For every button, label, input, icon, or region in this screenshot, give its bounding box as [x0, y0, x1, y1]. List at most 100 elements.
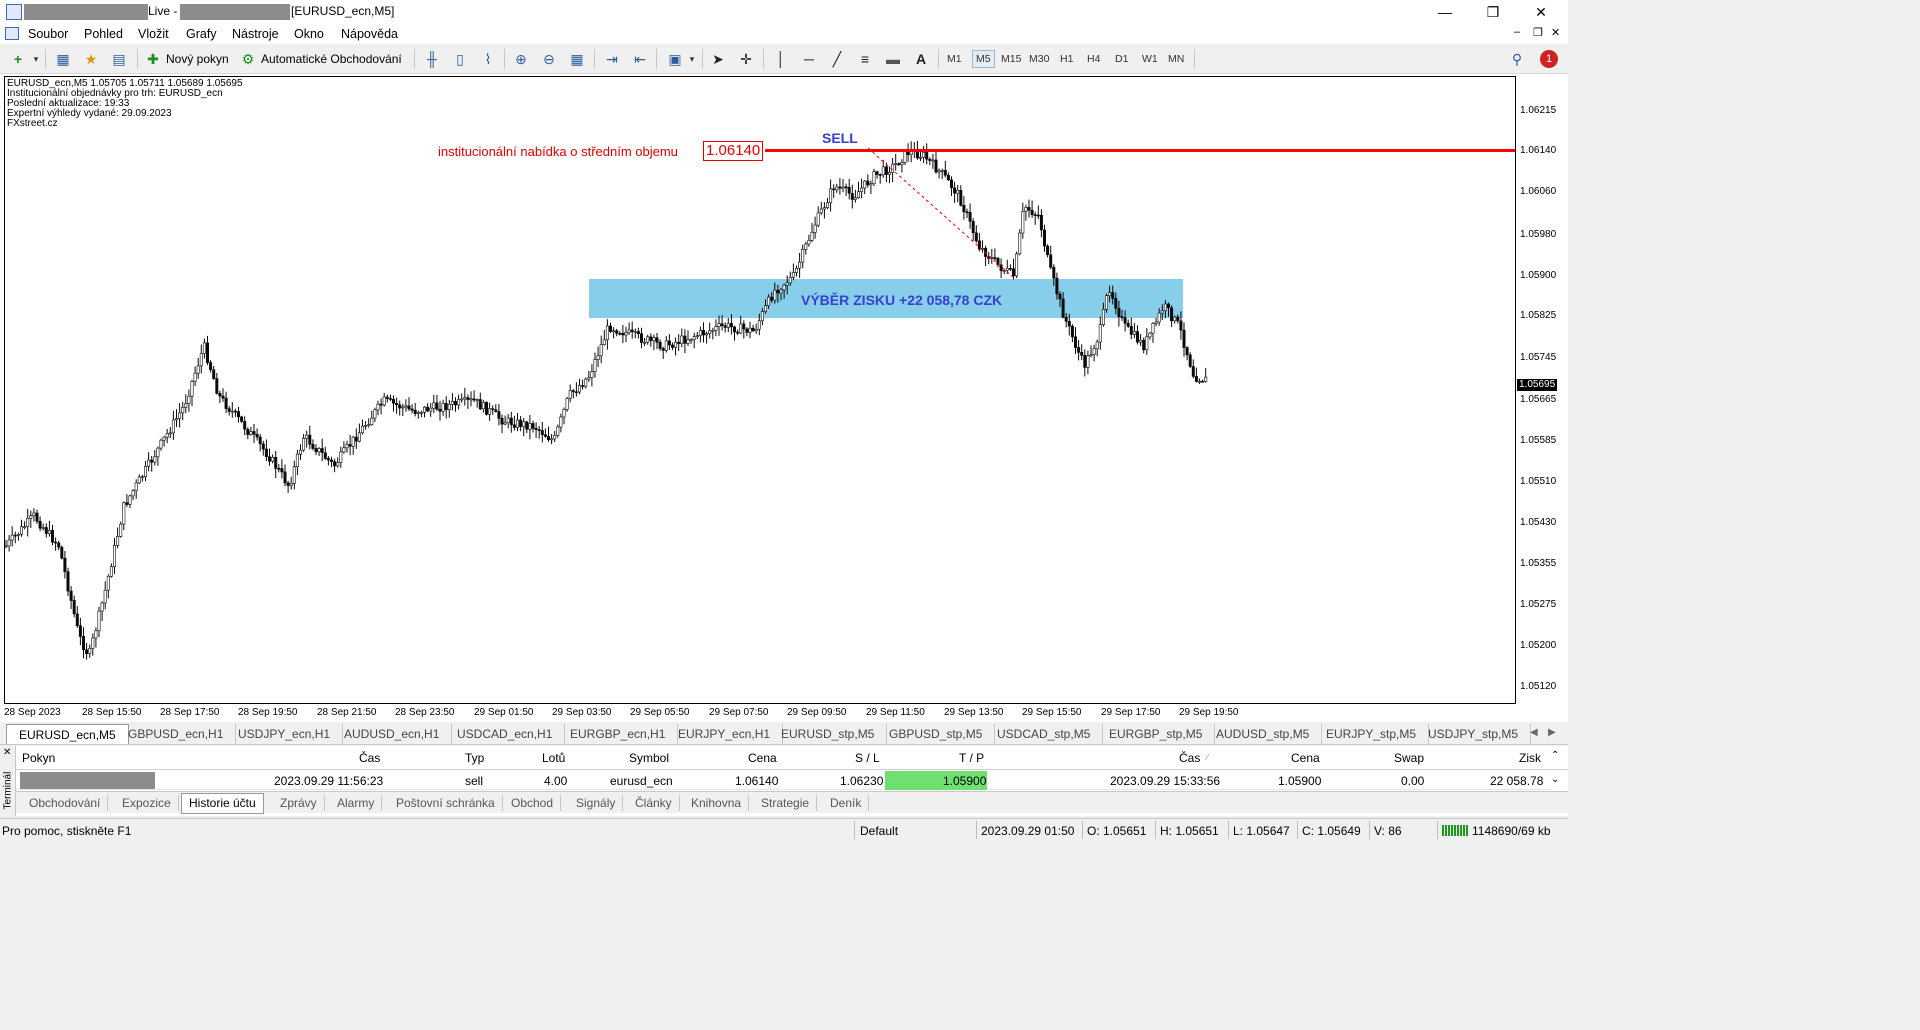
scroll-up-icon[interactable]: ⌃	[1551, 750, 1559, 761]
line-chart-icon[interactable]: ⌇	[479, 50, 497, 68]
tab-obchodovani[interactable]: Obchodování	[22, 795, 109, 811]
timeframe-m1[interactable]: M1	[947, 53, 962, 65]
col-header-close-price[interactable]: Cena	[1291, 751, 1320, 765]
tab-scroll-right-icon[interactable]: ▶	[1548, 727, 1556, 738]
dropdown-arrow-icon[interactable]: ▾	[683, 50, 701, 68]
scroll-down-icon[interactable]: ⌄	[1551, 774, 1559, 785]
mdi-minimize-icon[interactable]: –	[1514, 26, 1520, 38]
dropdown-arrow-icon[interactable]: ▾	[27, 50, 45, 68]
new-order-button[interactable]: Nový pokyn	[166, 52, 229, 66]
institutional-level-line[interactable]	[765, 149, 1515, 152]
col-header-sl[interactable]: S / L	[855, 751, 880, 765]
cell-close-time: 2023.09.29 15:33:56	[1110, 774, 1221, 788]
tab-clanky[interactable]: Články	[628, 795, 680, 811]
chart-tab[interactable]: EURUSD_ecn,M5	[6, 724, 129, 744]
chart-shift-icon[interactable]: ⇤	[631, 50, 649, 68]
col-header-cena[interactable]: Cena	[748, 751, 777, 765]
close-button[interactable]: ✕	[1518, 0, 1564, 24]
mdi-restore-icon[interactable]: ❐	[1533, 26, 1543, 39]
menu-grafy[interactable]: Grafy	[186, 27, 217, 41]
menu-soubor[interactable]: Soubor	[28, 27, 68, 41]
chart-tab[interactable]: AUDUSD_ecn,H1	[332, 724, 453, 744]
tab-expozice[interactable]: Expozice	[115, 795, 179, 811]
tab-signaly[interactable]: Signály	[569, 795, 624, 811]
tile-windows-icon[interactable]: ▦	[568, 50, 586, 68]
cursor-icon[interactable]: ➤	[709, 50, 727, 68]
search-icon[interactable]: ⚲	[1508, 50, 1526, 68]
tab-alarmy[interactable]: Alarmy	[330, 795, 383, 811]
trendline-icon[interactable]: ╱	[828, 50, 846, 68]
auto-trading-button[interactable]: Automatické Obchodování	[261, 52, 402, 66]
chart-tab[interactable]: GBPUSD_stp,M5	[877, 724, 996, 744]
chart-tab[interactable]: EURUSD_stp,M5	[769, 724, 888, 744]
timeframe-h1[interactable]: H1	[1060, 53, 1073, 65]
menu-nastroje[interactable]: Nástroje	[232, 27, 279, 41]
tab-postovni-schranka[interactable]: Poštovní schránka	[389, 795, 503, 811]
shapes-icon[interactable]: ▬	[884, 50, 902, 68]
new-chart-icon[interactable]: +	[9, 50, 27, 68]
col-header-zisk[interactable]: Zisk	[1519, 751, 1541, 765]
menu-okno[interactable]: Okno	[294, 27, 324, 41]
terminal-close-icon[interactable]: ✕	[3, 747, 11, 758]
timeframe-w1[interactable]: W1	[1142, 53, 1158, 65]
status-profile[interactable]: Default	[860, 824, 898, 838]
text-tool-icon[interactable]: A	[912, 50, 930, 68]
horizontal-line-icon[interactable]: ─	[800, 50, 818, 68]
chart-tab[interactable]: EURJPY_ecn,H1	[666, 724, 784, 744]
chart-tab[interactable]: EURJPY_stp,M5	[1314, 724, 1430, 744]
profiles-icon[interactable]: ▦	[54, 50, 72, 68]
table-row[interactable]	[16, 771, 1552, 790]
tab-strategie[interactable]: Strategie	[754, 795, 818, 811]
col-header-cas[interactable]: Čas	[359, 751, 380, 765]
chart-tab[interactable]: GBPUSD_ecn,H1	[116, 724, 237, 744]
maximize-button[interactable]: ❐	[1470, 0, 1516, 24]
chart-tab[interactable]: USDCAD_ecn,H1	[445, 724, 566, 744]
timeframe-m5[interactable]: M5	[972, 50, 995, 68]
tab-knihovna[interactable]: Knihovna	[684, 795, 750, 811]
timeframe-h4[interactable]: H4	[1087, 53, 1100, 65]
chart-tab[interactable]: USDJPY_ecn,H1	[226, 724, 344, 744]
col-header-typ[interactable]: Typ	[465, 751, 484, 765]
timeframe-m15[interactable]: M15	[1001, 53, 1021, 65]
col-header-close-time[interactable]: Čas	[1179, 751, 1200, 765]
col-header-symbol[interactable]: Symbol	[629, 751, 669, 765]
tab-denik[interactable]: Deník	[823, 795, 870, 811]
menu-napoveda[interactable]: Nápověda	[341, 27, 398, 41]
col-header-pokyn[interactable]: Pokyn	[22, 751, 55, 765]
indicators-icon[interactable]: ▣	[666, 50, 684, 68]
minimize-button[interactable]: —	[1422, 0, 1468, 24]
timeframe-d1[interactable]: D1	[1115, 53, 1128, 65]
menu-pohled[interactable]: Pohled	[84, 27, 123, 41]
new-order-icon[interactable]: ✚	[144, 50, 162, 68]
crosshair-icon[interactable]: ✛	[737, 50, 755, 68]
chart-menu-icon[interactable]	[5, 27, 19, 40]
chart-tab[interactable]: AUDUSD_stp,M5	[1204, 724, 1323, 744]
tab-obchod[interactable]: Obchod	[504, 795, 562, 811]
zoom-out-icon[interactable]: ⊖	[540, 50, 558, 68]
chart-tab[interactable]: EURGBP_ecn,H1	[558, 724, 679, 744]
zoom-in-icon[interactable]: ⊕	[512, 50, 530, 68]
tab-zpravy[interactable]: Zprávy	[273, 795, 325, 811]
chart-window[interactable]: EURUSD_ecn,M5 1.05705 1.05711 1.05689 1.…	[0, 74, 1568, 722]
favorites-icon[interactable]: ★	[82, 50, 100, 68]
col-header-lotu[interactable]: Lotů	[542, 751, 565, 765]
menu-vlozit[interactable]: Vložit	[138, 27, 169, 41]
col-header-swap[interactable]: Swap	[1394, 751, 1424, 765]
channel-icon[interactable]: ≡	[856, 50, 874, 68]
col-header-tp[interactable]: T / P	[959, 751, 984, 765]
bar-chart-icon[interactable]: ╫	[423, 50, 441, 68]
mdi-close-icon[interactable]: ✕	[1551, 26, 1560, 39]
auto-trading-icon[interactable]: ⚙	[239, 50, 257, 68]
tab-scroll-left-icon[interactable]: ◀	[1530, 727, 1538, 738]
vertical-line-icon[interactable]: │	[772, 50, 790, 68]
navigator-icon[interactable]: ▤	[110, 50, 128, 68]
auto-scroll-icon[interactable]: ⇥	[603, 50, 621, 68]
chart-tab[interactable]: USDCAD_stp,M5	[985, 724, 1104, 744]
timeframe-m30[interactable]: M30	[1029, 53, 1049, 65]
candlestick-chart-icon[interactable]: ▯	[451, 50, 469, 68]
notification-badge[interactable]: 1	[1540, 50, 1558, 68]
chart-tab[interactable]: EURGBP_stp,M5	[1097, 724, 1216, 744]
chart-tab[interactable]: USDJPY_stp,M5	[1416, 724, 1532, 744]
timeframe-mn[interactable]: MN	[1168, 53, 1184, 65]
tab-historie-uctu[interactable]: Historie účtu	[181, 793, 264, 814]
